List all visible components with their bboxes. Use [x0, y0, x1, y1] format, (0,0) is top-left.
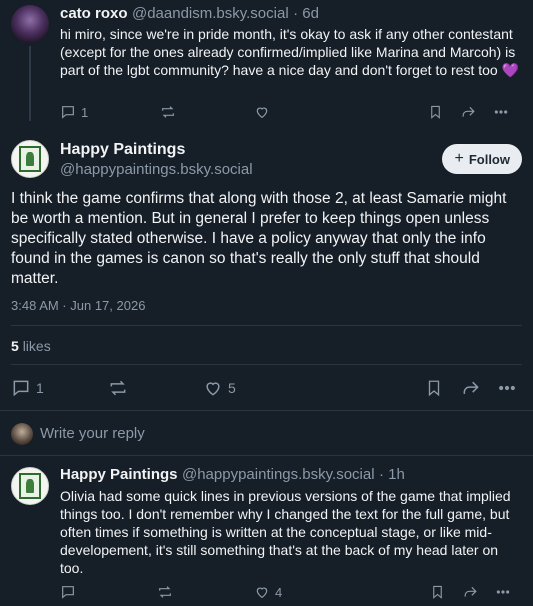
author-name[interactable]: Happy Paintings — [60, 466, 178, 483]
share-button[interactable] — [461, 378, 497, 398]
like-count: 4 — [275, 584, 283, 600]
author-handle-text[interactable]: @happypaintings.bsky.social — [60, 161, 253, 178]
heart-icon — [206, 382, 220, 396]
share-button[interactable] — [462, 584, 494, 600]
thread-line — [29, 46, 31, 121]
main-actions: 1 5 — [11, 378, 522, 398]
repost-button[interactable] — [108, 378, 203, 398]
avatar[interactable] — [11, 467, 49, 505]
like-button[interactable]: 4 — [254, 584, 430, 600]
avatar[interactable] — [11, 5, 49, 43]
heart-icon — [256, 587, 268, 599]
bookmark-icon — [428, 380, 440, 397]
post-actions: 4 — [60, 584, 522, 600]
reply-button[interactable] — [60, 584, 157, 600]
post-reply[interactable]: Happy Paintings @happypaintings.bsky.soc… — [0, 456, 533, 606]
plus-icon: + — [454, 150, 464, 167]
bookmark-button[interactable] — [425, 378, 461, 398]
post-actions: 1 — [60, 104, 522, 120]
post-text: I think the game confirms that along wit… — [11, 190, 507, 287]
post-time[interactable]: · 1h — [379, 466, 405, 483]
author-name[interactable]: Happy Paintings — [60, 141, 185, 159]
reply-icon — [62, 586, 74, 599]
author-handle[interactable]: @daandism.bsky.social — [132, 5, 289, 22]
likes-count: 5 — [11, 338, 19, 354]
post-cato[interactable]: cato roxo @daandism.bsky.social · 6d hi … — [0, 0, 533, 128]
share-icon — [464, 586, 477, 597]
more-button[interactable] — [492, 104, 522, 120]
post-header: cato roxo @daandism.bsky.social · 6d — [60, 5, 319, 23]
post-timestamp[interactable]: 3:48 AM · Jun 17, 2026 — [11, 298, 145, 313]
bookmark-button[interactable] — [430, 584, 462, 600]
likes-summary[interactable]: 5 likes — [11, 338, 51, 354]
divider — [11, 364, 522, 365]
repost-icon — [161, 106, 174, 118]
my-avatar — [11, 423, 33, 445]
avatar[interactable] — [11, 140, 49, 178]
share-button[interactable] — [460, 104, 492, 120]
author-handle[interactable]: @happypaintings.bsky.social — [182, 466, 375, 483]
more-button[interactable] — [494, 584, 522, 600]
more-icon — [494, 110, 508, 114]
like-button[interactable]: 5 — [203, 378, 425, 398]
heart-icon — [256, 107, 268, 119]
reply-count: 1 — [81, 104, 89, 120]
reply-count: 1 — [36, 380, 44, 396]
likes-label: likes — [22, 338, 51, 354]
reply-button[interactable]: 1 — [11, 378, 108, 398]
post-text: hi miro, since we're in pride month, it'… — [60, 25, 522, 79]
bookmark-icon — [433, 585, 442, 599]
divider — [11, 325, 522, 326]
reply-icon — [13, 380, 29, 397]
post-time[interactable]: · 6d — [293, 5, 319, 22]
like-button[interactable] — [254, 104, 428, 120]
author-name-text[interactable]: Happy Paintings — [60, 141, 185, 158]
like-count: 5 — [228, 380, 236, 396]
repost-icon — [159, 586, 171, 598]
share-icon — [463, 381, 479, 394]
post-text-body: hi miro, since we're in pride month, it'… — [60, 26, 516, 78]
share-icon — [462, 106, 475, 117]
reply-button[interactable]: 1 — [60, 104, 160, 120]
more-icon — [499, 385, 515, 391]
heart-emoji: 💜 — [501, 62, 520, 78]
bookmark-button[interactable] — [428, 104, 460, 120]
bookmark-icon — [431, 105, 441, 119]
follow-button[interactable]: + Follow — [442, 144, 522, 174]
reply-icon — [62, 106, 74, 119]
more-button[interactable] — [497, 378, 521, 398]
repost-icon — [110, 380, 126, 396]
divider — [0, 410, 533, 411]
post-header: Happy Paintings @happypaintings.bsky.soc… — [60, 466, 405, 484]
repost-button[interactable] — [157, 584, 254, 600]
author-handle[interactable]: @happypaintings.bsky.social — [60, 161, 253, 179]
author-name[interactable]: cato roxo — [60, 5, 128, 22]
more-icon — [496, 590, 510, 594]
reply-input[interactable]: Write your reply — [40, 425, 145, 442]
post-text: Olivia had some quick lines in previous … — [60, 488, 511, 576]
follow-label: Follow — [468, 151, 510, 167]
repost-button[interactable] — [160, 104, 255, 120]
